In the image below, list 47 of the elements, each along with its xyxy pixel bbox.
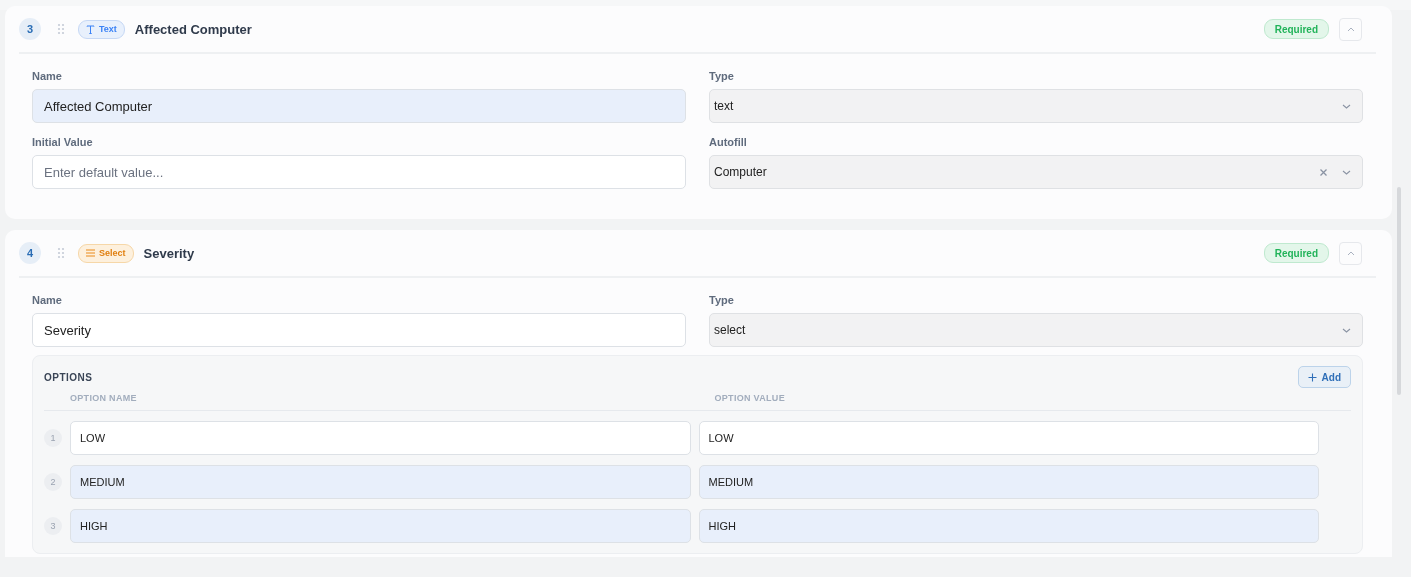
scrollbar-thumb[interactable] [1396,187,1401,395]
required-badge: Required [1263,19,1329,39]
row-number: 1 [44,429,62,447]
option-value-field[interactable]: LOW [698,421,1319,455]
row-number: 3 [44,517,62,535]
required-badge: Required [1263,243,1329,263]
text-type-icon [86,24,95,34]
collapse-button[interactable] [1339,17,1362,41]
chevron-up-icon [1346,26,1355,32]
clear-icon[interactable] [1320,168,1327,176]
field-label: Autofill [709,136,748,148]
dropdown-field[interactable]: text [709,89,1363,123]
field-title: Affected Computer [134,21,252,37]
list-icon [86,249,95,257]
column-header: OPTION NAME [70,393,138,403]
column-header: OPTION VALUE [714,393,786,403]
collapse-button[interactable] [1339,241,1362,265]
field-label: Type [709,294,735,306]
field-label: Type [709,70,735,82]
input-field[interactable]: Affected Computer [32,89,686,123]
option-value-field[interactable]: HIGH [698,509,1319,543]
option-value-field[interactable]: MEDIUM [698,465,1319,499]
field-title: Severity [143,245,195,261]
field-label: Initial Value [32,136,94,148]
field-label: Name [32,70,63,82]
plus-icon [1307,372,1317,382]
input-field[interactable]: Severity [32,313,686,347]
chevron-up-icon [1346,250,1355,256]
drag-handle-icon[interactable] [57,247,65,259]
input-field[interactable]: Enter default value... [32,155,686,189]
add-button[interactable]: Add [1297,366,1351,388]
chevron-down-icon [1342,169,1351,175]
option-name-field[interactable]: LOW [70,421,691,455]
option-name-field[interactable]: MEDIUM [70,465,691,499]
dropdown-field[interactable]: select [709,313,1363,347]
field-label: Name [32,294,63,306]
chevron-down-icon [1342,103,1351,109]
drag-handle-icon[interactable] [57,23,65,35]
field-type-badge: Select [78,243,134,263]
options-heading: OPTIONS [44,371,93,383]
chevron-down-icon [1342,327,1351,333]
dropdown-field[interactable]: Computer [709,155,1363,189]
option-name-field[interactable]: HIGH [70,509,691,543]
field-number: 4 [19,242,41,264]
field-number: 3 [19,18,41,40]
field-type-badge: Text [78,19,125,39]
row-number: 2 [44,473,62,491]
